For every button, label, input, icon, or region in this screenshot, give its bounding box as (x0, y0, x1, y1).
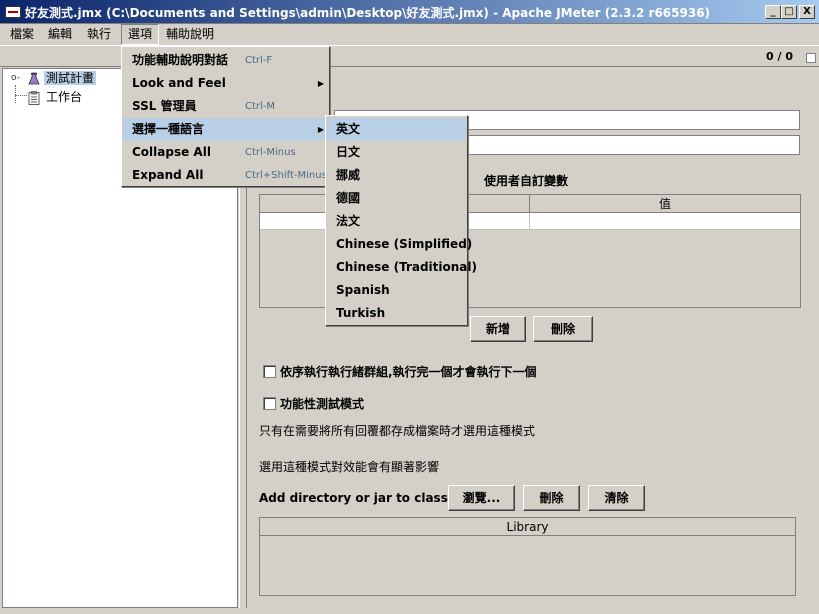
menu-item-label: 功能輔助說明對話 (132, 53, 229, 67)
submenu-arrow-icon: ▶ (317, 79, 324, 88)
menu-item-accessibility[interactable]: 功能輔助說明對話 Ctrl-F (123, 49, 328, 72)
menu-item-accelerator: Ctrl+Shift-Minus (245, 170, 327, 181)
language-option-label: Chinese (Simplified) (336, 237, 473, 251)
close-button[interactable]: X (799, 5, 815, 19)
tree-node-label: 測試計畫 (44, 71, 97, 85)
language-option-turkish[interactable]: Turkish (327, 302, 466, 325)
menu-item-look-and-feel[interactable]: Look and Feel ▶ (123, 72, 328, 95)
tree-connector (15, 85, 16, 103)
library-table[interactable]: Library (259, 517, 796, 596)
language-option-label: Turkish (336, 306, 386, 320)
language-option-label: Chinese (Traditional) (336, 260, 478, 274)
user-vars-title: 使用者自訂變數 (484, 174, 569, 188)
performance-note: 選用這種模式對效能會有顯著影響 (259, 460, 440, 474)
language-option-label: 法文 (336, 214, 361, 228)
title-bar[interactable]: 好友測式.jmx (C:\Documents and Settings\admi… (0, 0, 819, 24)
options-menu: 功能輔助說明對話 Ctrl-F Look and Feel ▶ SSL 管理員 … (121, 46, 330, 187)
window-title: 好友測式.jmx (C:\Documents and Settings\admi… (25, 6, 711, 20)
tree-expander-icon[interactable]: o- (11, 73, 20, 83)
browse-button[interactable]: 瀏覽... (448, 485, 515, 511)
menu-item-label: 選擇一種語言 (132, 122, 205, 136)
maximize-button[interactable]: □ (781, 5, 797, 19)
menu-item-accelerator: Ctrl-F (245, 55, 273, 66)
functional-mode-checkbox[interactable] (263, 397, 276, 410)
workbench-icon (28, 90, 40, 105)
classpath-label: Add directory or jar to classpath (259, 491, 479, 505)
language-option-japanese[interactable]: 日文 (327, 141, 466, 164)
language-option-french[interactable]: 法文 (327, 210, 466, 233)
menu-item-accelerator: Ctrl-M (245, 101, 276, 112)
language-option-norwegian[interactable]: 挪威 (327, 164, 466, 187)
submenu-arrow-icon: ▶ (317, 125, 324, 134)
language-option-spanish[interactable]: Spanish (327, 279, 466, 302)
menu-item-accelerator: Ctrl-Minus (245, 147, 296, 158)
menu-edit[interactable]: 編輯 (42, 24, 78, 45)
menu-item-choose-language[interactable]: 選擇一種語言 ▶ (123, 118, 328, 141)
language-option-german[interactable]: 德國 (327, 187, 466, 210)
serial-threads-label: 依序執行執行緒群組,執行完一個才會執行下一個 (280, 365, 537, 379)
minimize-button[interactable]: _ (765, 5, 781, 19)
tree-node-test-plan[interactable]: 測試計畫 (27, 69, 97, 87)
language-option-label: Spanish (336, 283, 390, 297)
delete-variable-button[interactable]: 刪除 (533, 316, 593, 342)
language-option-label: 日文 (336, 145, 361, 159)
add-variable-button[interactable]: 新增 (470, 316, 526, 342)
serial-threads-checkbox[interactable] (263, 365, 276, 378)
menu-item-label: Expand All (132, 168, 204, 182)
tree-connector (15, 95, 27, 96)
menu-item-expand-all[interactable]: Expand All Ctrl+Shift-Minus (123, 164, 328, 187)
clear-button[interactable]: 清除 (588, 485, 645, 511)
menu-item-label: Collapse All (132, 145, 211, 159)
language-option-label: 德國 (336, 191, 361, 205)
language-option-label: 英文 (336, 122, 361, 136)
menu-file[interactable]: 檔案 (4, 24, 40, 45)
menu-item-label: SSL 管理員 (132, 99, 197, 113)
tree-node-label: 工作台 (46, 90, 83, 104)
menu-item-label: Look and Feel (132, 76, 226, 90)
run-status-indicator (806, 53, 816, 63)
language-option-english[interactable]: 英文 (327, 118, 466, 141)
menu-bar: 檔案 編輯 執行 選項 輔助說明 (0, 24, 819, 45)
menu-item-ssl-manager[interactable]: SSL 管理員 Ctrl-M (123, 95, 328, 118)
language-option-chinese-simplified[interactable]: Chinese (Simplified) (327, 233, 472, 256)
menu-item-collapse-all[interactable]: Collapse All Ctrl-Minus (123, 141, 328, 164)
column-divider (529, 213, 530, 230)
language-submenu: 英文 日文 挪威 德國 法文 Chinese (Simplified) Chin… (325, 115, 477, 326)
functional-mode-note: 只有在需要將所有回覆都存成檔案時才選用這種模式 (259, 424, 536, 438)
column-header-library[interactable]: Library (260, 518, 795, 536)
jmeter-app-icon[interactable] (5, 6, 21, 18)
functional-mode-label: 功能性測試模式 (280, 397, 365, 411)
menu-help[interactable]: 輔助說明 (160, 24, 220, 45)
menu-options[interactable]: 選項 (121, 24, 160, 45)
language-option-chinese-traditional[interactable]: Chinese (Traditional) (327, 256, 477, 279)
column-header-value[interactable]: 值 (530, 195, 800, 213)
test-plan-icon (28, 72, 40, 84)
classpath-delete-button[interactable]: 刪除 (523, 485, 580, 511)
menu-run[interactable]: 執行 (81, 24, 117, 45)
language-option-label: 挪威 (336, 168, 361, 182)
tree-node-workbench[interactable]: 工作台 (27, 88, 84, 106)
running-threads-count: 0 / 0 (766, 50, 793, 63)
